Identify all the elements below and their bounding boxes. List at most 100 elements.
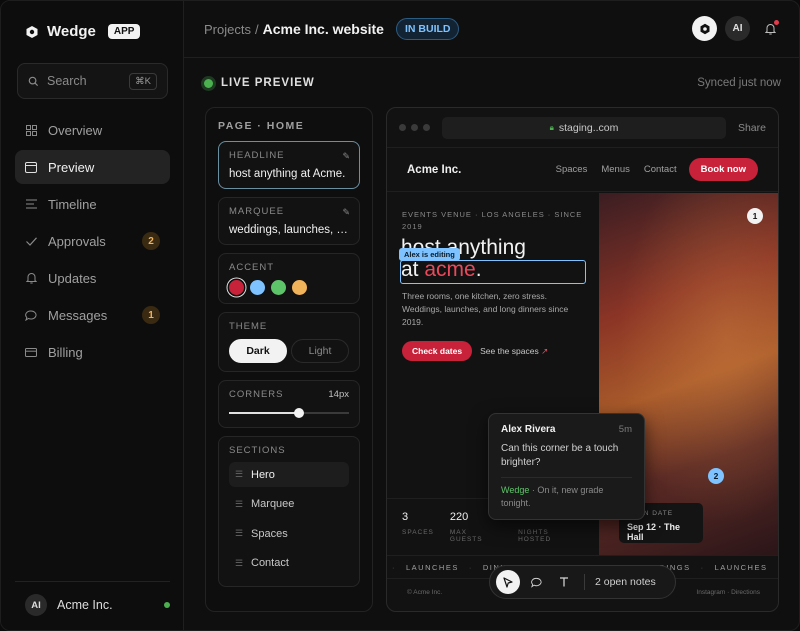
comment-marker-2[interactable]: 2 — [708, 468, 724, 484]
avatar: AI — [25, 594, 47, 616]
open-date-value: Sep 12 · The Hall — [627, 522, 681, 542]
drag-handle-icon[interactable]: ☰ — [235, 528, 243, 539]
comment-tool-button[interactable] — [524, 570, 548, 594]
corners-slider-thumb[interactable] — [293, 408, 304, 418]
field-label: HEADLINE — [229, 150, 285, 161]
site-nav-menus[interactable]: Menus — [601, 164, 630, 175]
theme-dark-option[interactable]: Dark — [229, 339, 287, 363]
breadcrumb-separator: / — [254, 21, 259, 37]
text-tool-button[interactable] — [552, 570, 576, 594]
section-item-spaces[interactable]: ☰ Spaces — [229, 521, 349, 546]
sidebar-nav: Overview Preview Timeline Approvals 2 Up… — [15, 113, 170, 372]
section-item-contact[interactable]: ☰ Contact — [229, 551, 349, 576]
marquee-word: LAUNCHES — [714, 562, 768, 572]
workspace-switcher[interactable]: AI Acme Inc. — [15, 581, 170, 616]
text-icon — [560, 577, 568, 587]
stat-value: 3 — [402, 511, 409, 523]
panel-title: PAGE · HOME — [218, 120, 305, 132]
check-icon — [25, 235, 37, 247]
marquee-field[interactable]: MARQUEE ✎ weddings, launches, dinners, s… — [218, 197, 360, 245]
field-label: SECTIONS — [229, 445, 286, 456]
sync-status: Synced just now — [697, 77, 781, 89]
user-avatar-button[interactable]: AI — [725, 16, 750, 41]
corners-slider[interactable] — [229, 408, 349, 418]
workspace-name: Acme Inc. — [57, 598, 113, 612]
breadcrumb-projects[interactable]: Projects — [204, 22, 251, 37]
accent-swatch-red[interactable] — [229, 280, 244, 295]
open-notes-count[interactable]: 2 open notes — [595, 576, 656, 588]
site-nav-spaces[interactable]: Spaces — [556, 164, 588, 175]
status-badge: IN BUILD — [395, 18, 460, 40]
search-icon — [28, 76, 39, 86]
drag-handle-icon[interactable]: ☰ — [235, 469, 243, 480]
accent-field: ACCENT — [218, 253, 360, 304]
footer-links[interactable]: Instagram · Directions — [696, 589, 760, 596]
brand-badge: APP — [107, 24, 141, 39]
sidebar-item-approvals[interactable]: Approvals 2 — [15, 224, 170, 258]
section-item-marquee[interactable]: ☰ Marquee — [229, 492, 349, 517]
site-brand[interactable]: Acme Inc. — [407, 164, 556, 176]
search-input[interactable]: Search ⌘K — [17, 63, 168, 99]
headline-field[interactable]: HEADLINE ✎ host anything at Acme. — [218, 141, 360, 189]
sidebar-item-timeline[interactable]: Timeline — [15, 187, 170, 221]
field-label: THEME — [229, 321, 268, 332]
editing-tag: Alex is editing — [399, 248, 460, 261]
browser-preview: 🔒︎ staging..com Share Acme Inc. Spaces M… — [386, 107, 779, 612]
annotation-toolbar: 2 open notes — [489, 565, 676, 599]
page-settings-panel: PAGE · HOME HEADLINE ✎ host anything at … — [205, 107, 373, 612]
check-dates-button[interactable]: Check dates — [402, 341, 473, 361]
chat-icon — [530, 577, 542, 588]
sidebar-item-updates[interactable]: Updates — [15, 261, 170, 295]
settings-button[interactable] — [692, 16, 717, 41]
sidebar-item-messages[interactable]: Messages 1 — [15, 298, 170, 332]
marquee-separator: · — [700, 562, 705, 572]
share-button[interactable]: Share — [738, 122, 766, 134]
sidebar-item-preview[interactable]: Preview — [15, 150, 170, 184]
card-icon — [25, 346, 37, 358]
sidebar-item-overview[interactable]: Overview — [15, 113, 170, 147]
comment-time: 5m — [618, 424, 632, 435]
pointer-tool-button[interactable] — [496, 570, 520, 594]
sidebar-item-label: Billing — [48, 344, 83, 360]
marquee-separator: · — [468, 562, 473, 572]
see-spaces-link[interactable]: See the spaces ↗ — [480, 346, 548, 357]
hero-eyebrow: EVENTS VENUE · LOS ANGELES · SINCE 2019 — [402, 210, 583, 231]
accent-swatch-blue[interactable] — [250, 280, 265, 295]
site-nav-contact[interactable]: Contact — [644, 164, 677, 175]
messages-count-badge: 1 — [142, 306, 160, 324]
comment-popover[interactable]: Alex Rivera 5m Can this corner be a touc… — [488, 413, 645, 520]
url-bar[interactable]: 🔒︎ staging..com — [442, 116, 726, 139]
brand[interactable]: Wedge APP — [25, 23, 141, 40]
live-preview-header: LIVE PREVIEW Synced just now — [204, 77, 781, 89]
drag-handle-icon[interactable]: ☰ — [235, 499, 243, 510]
accent-swatch-green[interactable] — [271, 280, 286, 295]
window-dot-icon — [411, 124, 418, 131]
sidebar-item-label: Messages — [48, 307, 108, 323]
site-nav: Acme Inc. Spaces Menus Contact Book now — [387, 148, 778, 192]
comment-marker-1[interactable]: 1 — [747, 208, 763, 224]
reply-author: Wedge — [501, 485, 530, 495]
accent-swatch-orange[interactable] — [292, 280, 307, 295]
theme-light-option[interactable]: Light — [291, 339, 349, 363]
search-placeholder: Search — [47, 74, 87, 88]
field-label: CORNERS — [229, 389, 284, 400]
top-actions: AI — [692, 16, 783, 41]
chat-icon — [25, 309, 37, 321]
sidebar-item-label: Timeline — [48, 196, 97, 212]
notifications-button[interactable] — [758, 16, 783, 41]
section-label: Contact — [251, 557, 289, 569]
book-now-button[interactable]: Book now — [688, 158, 758, 181]
comment-author: Alex Rivera — [501, 424, 556, 435]
stat-label: MAX GUESTS — [449, 529, 483, 543]
field-label: MARQUEE — [229, 206, 285, 217]
drag-handle-icon[interactable]: ☰ — [235, 558, 243, 569]
hexagon-logo-icon — [26, 25, 38, 38]
editing-highlight — [400, 260, 586, 284]
sidebar-item-billing[interactable]: Billing — [15, 335, 170, 369]
approvals-count-badge: 2 — [142, 232, 160, 250]
section-item-hero[interactable]: ☰ Hero — [229, 462, 349, 487]
section-label: Spaces — [251, 527, 288, 540]
link-text: See the spaces — [480, 345, 539, 356]
online-status-dot — [164, 602, 170, 608]
topbar: Projects / Acme Inc. website IN BUILD AI — [184, 1, 799, 58]
